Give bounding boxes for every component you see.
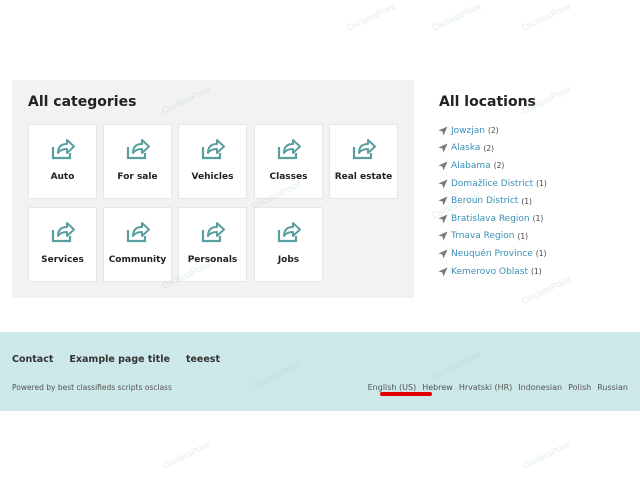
category-card-real-estate[interactable]: Real estate (329, 124, 398, 199)
location-link[interactable]: Kemerovo Oblast (451, 267, 528, 277)
location-link[interactable]: Bratislava Region (451, 214, 530, 224)
footer (0, 332, 640, 411)
category-label: Services (41, 255, 84, 265)
language-russian[interactable]: Russian (597, 383, 628, 392)
category-card-for-sale[interactable]: For sale (103, 124, 172, 199)
location-count: (2) (487, 126, 499, 136)
category-label: Vehicles (191, 172, 234, 182)
location-arrow-icon (438, 126, 448, 136)
location-count: (1) (535, 249, 547, 259)
location-arrow-icon (438, 196, 448, 206)
category-card-vehicles[interactable]: Vehicles (178, 124, 247, 199)
language-english-us[interactable]: English (US) (368, 383, 417, 392)
locations-list: Jowzjan (2) Alaska (2) Alabama (2) Domaž… (438, 122, 638, 280)
location-item: Kemerovo Oblast (1) (438, 263, 638, 281)
location-item: Alaska (2) (438, 140, 638, 158)
category-card-auto[interactable]: Auto (28, 124, 97, 199)
category-label: Personals (187, 255, 238, 265)
language-polish[interactable]: Polish (568, 383, 591, 392)
category-card-classes[interactable]: Classes (254, 124, 323, 199)
location-arrow-icon (438, 267, 448, 277)
language-indonesian[interactable]: Indonesian (518, 383, 562, 392)
category-label: Auto (50, 172, 75, 182)
location-count: (1) (521, 196, 532, 206)
location-link[interactable]: Alabama (451, 161, 491, 171)
watermark: OsclassPoint (520, 1, 573, 33)
watermark: OsclassPoint (345, 1, 398, 33)
powered-by-text[interactable]: Powered by best classifieds scripts oscl… (12, 383, 172, 392)
watermark: OsclassPoint (160, 439, 213, 471)
location-count: (1) (517, 231, 529, 241)
location-link[interactable]: Jowzjan (451, 126, 485, 136)
location-arrow-icon (438, 214, 448, 224)
footer-link-teeest[interactable]: teeest (186, 354, 220, 365)
locations-title: All locations (439, 94, 536, 110)
share-arrow-icon (201, 222, 225, 243)
location-count: (1) (536, 179, 547, 189)
category-label: For sale (117, 172, 158, 182)
categories-title: All categories (28, 94, 137, 110)
category-card-personals[interactable]: Personals (178, 207, 247, 282)
highlight-underline (380, 392, 432, 396)
language-hebrew[interactable]: Hebrew (422, 383, 453, 392)
location-item: Jowzjan (2) (438, 122, 638, 140)
footer-link-example-page[interactable]: Example page title (69, 354, 170, 365)
share-arrow-icon (51, 222, 75, 243)
location-item: Neuquén Province (1) (438, 245, 638, 263)
location-arrow-icon (438, 179, 448, 189)
watermark: OsclassPoint (520, 439, 573, 471)
language-hrvatski[interactable]: Hrvatski (HR) (459, 383, 512, 392)
location-arrow-icon (438, 249, 448, 259)
location-arrow-icon (438, 143, 448, 153)
location-item: Domažlice District (1) (438, 175, 638, 193)
share-arrow-icon (51, 139, 75, 160)
location-count: (1) (532, 214, 544, 224)
category-label: Real estate (334, 172, 393, 182)
share-arrow-icon (201, 139, 225, 160)
category-label: Classes (269, 172, 308, 182)
location-arrow-icon (438, 231, 448, 241)
location-item: Beroun District (1) (438, 192, 638, 210)
category-card-jobs[interactable]: Jobs (254, 207, 323, 282)
category-label: Community (108, 255, 167, 265)
share-arrow-icon (277, 222, 301, 243)
language-list: English (US) Hebrew Hrvatski (HR) Indone… (362, 383, 628, 392)
footer-links: Contact Example page title teeest (12, 354, 236, 365)
watermark: OsclassPoint (430, 1, 483, 33)
category-card-services[interactable]: Services (28, 207, 97, 282)
location-item: Bratislava Region (1) (438, 210, 638, 228)
location-link[interactable]: Beroun District (451, 196, 518, 206)
location-item: Alabama (2) (438, 157, 638, 175)
category-card-community[interactable]: Community (103, 207, 172, 282)
location-link[interactable]: Trnava Region (451, 231, 514, 241)
location-link[interactable]: Domažlice District (451, 179, 533, 189)
footer-link-contact[interactable]: Contact (12, 354, 53, 365)
location-item: Trnava Region (1) (438, 228, 638, 246)
location-count: (1) (531, 267, 542, 277)
location-count: (2) (493, 161, 505, 171)
location-arrow-icon (438, 161, 448, 171)
location-count: (2) (483, 143, 495, 153)
share-arrow-icon (277, 139, 301, 160)
share-arrow-icon (126, 222, 150, 243)
location-link[interactable]: Alaska (451, 143, 480, 153)
share-arrow-icon (126, 139, 150, 160)
category-label: Jobs (277, 255, 300, 265)
share-arrow-icon (352, 139, 376, 160)
location-link[interactable]: Neuquén Province (451, 249, 533, 259)
